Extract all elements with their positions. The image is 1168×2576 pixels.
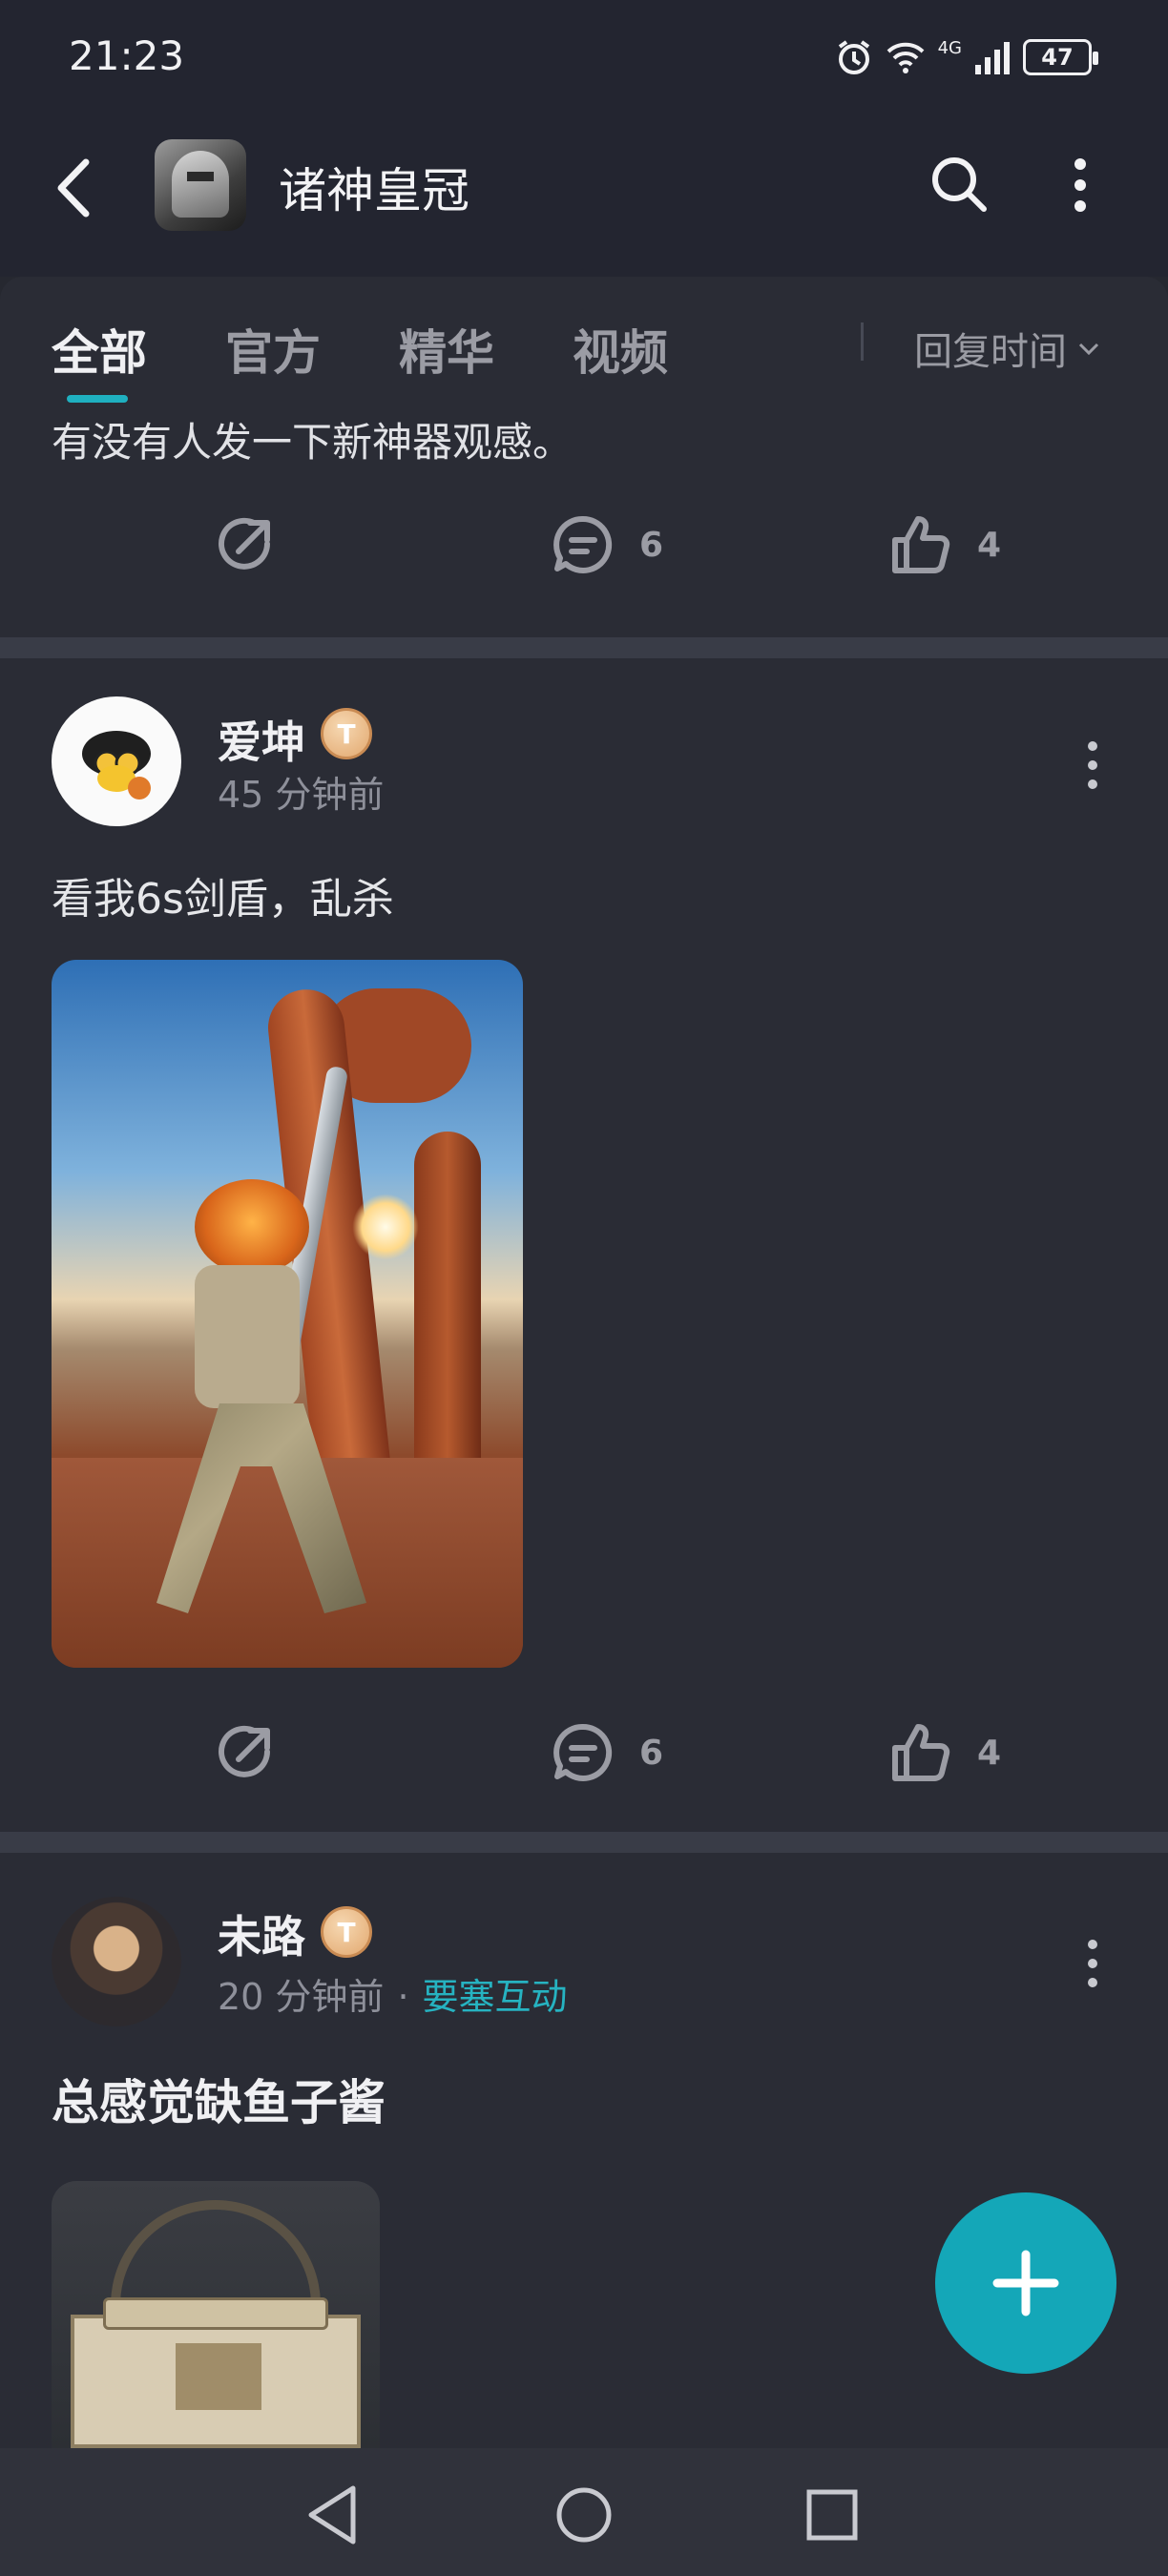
post-image[interactable]: [52, 960, 523, 1668]
post-text[interactable]: 有没有人发一下新神器观感。: [52, 410, 573, 468]
status-bar: 21:23 4G 47: [0, 0, 1168, 114]
avatar[interactable]: [52, 1897, 181, 2026]
like-button[interactable]: 4: [887, 502, 1001, 588]
post-card[interactable]: 爱坤 T 45 分钟前 看我6s剑盾，乱杀 6 4: [0, 658, 1168, 1832]
comment-count: 6: [639, 525, 664, 565]
post-topic-tag[interactable]: 要塞互动: [423, 1976, 568, 2018]
level-badge: T: [321, 708, 372, 759]
create-post-button[interactable]: [935, 2192, 1116, 2374]
game-logo[interactable]: [155, 139, 246, 231]
tab-official[interactable]: 官方: [225, 315, 321, 384]
avatar-image: [82, 731, 151, 800]
active-tab-indicator: [67, 395, 128, 403]
page-title: 诸神皇冠: [279, 163, 469, 218]
level-badge: T: [321, 1906, 372, 1958]
tab-featured[interactable]: 精华: [399, 315, 494, 384]
system-nav-bar: [0, 2448, 1168, 2576]
chevron-down-icon: [1078, 343, 1099, 356]
sort-label: 回复时间: [914, 330, 1067, 374]
post-actions: 6 4: [0, 502, 1168, 588]
share-icon: [219, 1725, 270, 1777]
more-vertical-icon[interactable]: [1078, 1935, 1107, 1992]
wifi-icon: [886, 42, 924, 73]
like-count: 4: [977, 1733, 1002, 1773]
nav-back-icon[interactable]: [298, 2477, 374, 2553]
post-text[interactable]: 看我6s剑盾，乱杀: [52, 864, 394, 925]
post-meta: 20 分钟前 · 要塞互动: [218, 1967, 568, 2020]
username[interactable]: 爱坤: [218, 708, 305, 771]
share-button[interactable]: [212, 1710, 279, 1796]
network-type: 4G: [937, 37, 962, 58]
post-time: 20 分钟前: [218, 1976, 385, 2018]
nav-recent-icon[interactable]: [794, 2477, 870, 2553]
back-arrow-icon[interactable]: [48, 155, 105, 221]
feed-header-card: 全部 官方 精华 视频 回复时间 有没有人发一下新神器观感。 6 4: [0, 277, 1168, 639]
comment-count: 6: [639, 1733, 664, 1773]
post-title[interactable]: 总感觉缺鱼子酱: [52, 2065, 386, 2133]
like-count: 4: [977, 525, 1002, 565]
share-button[interactable]: [212, 502, 279, 588]
thumbs-up-icon: [892, 1724, 950, 1781]
tab-bar: 全部 官方 精华 视频: [52, 315, 746, 403]
comment-icon: [553, 515, 613, 573]
feed-divider: [0, 1832, 1168, 1853]
plus-icon: [992, 2250, 1059, 2316]
more-vertical-icon[interactable]: [1059, 156, 1101, 214]
status-icons: 4G 47: [835, 34, 1098, 80]
battery-indicator: 47: [1023, 39, 1098, 75]
tab-divider: [861, 322, 864, 361]
app-header: 诸神皇冠: [0, 114, 1168, 277]
status-time: 21:23: [69, 32, 185, 79]
tab-all[interactable]: 全部: [52, 315, 147, 384]
post-actions: 6 4: [0, 1710, 1168, 1796]
thumbs-up-icon: [892, 516, 950, 573]
tab-video[interactable]: 视频: [573, 315, 668, 384]
username[interactable]: 未路: [218, 1902, 305, 1965]
alarm-icon: [838, 40, 869, 74]
nav-home-icon[interactable]: [546, 2477, 622, 2553]
comment-button[interactable]: 6: [550, 502, 663, 588]
meta-separator: ·: [397, 1976, 409, 2018]
search-icon[interactable]: [926, 151, 992, 218]
comment-button[interactable]: 6: [550, 1710, 663, 1796]
like-button[interactable]: 4: [887, 1710, 1001, 1796]
post-time: 45 分钟前: [218, 774, 385, 816]
sort-dropdown[interactable]: 回复时间: [914, 321, 1101, 376]
post-image[interactable]: [52, 2181, 380, 2448]
feed-divider: [0, 637, 1168, 658]
comment-icon: [553, 1723, 613, 1781]
share-icon: [219, 517, 270, 570]
more-vertical-icon[interactable]: [1078, 737, 1107, 794]
avatar[interactable]: [52, 696, 181, 826]
post-meta: 45 分钟前: [218, 765, 384, 818]
signal-icon: [975, 42, 1010, 74]
